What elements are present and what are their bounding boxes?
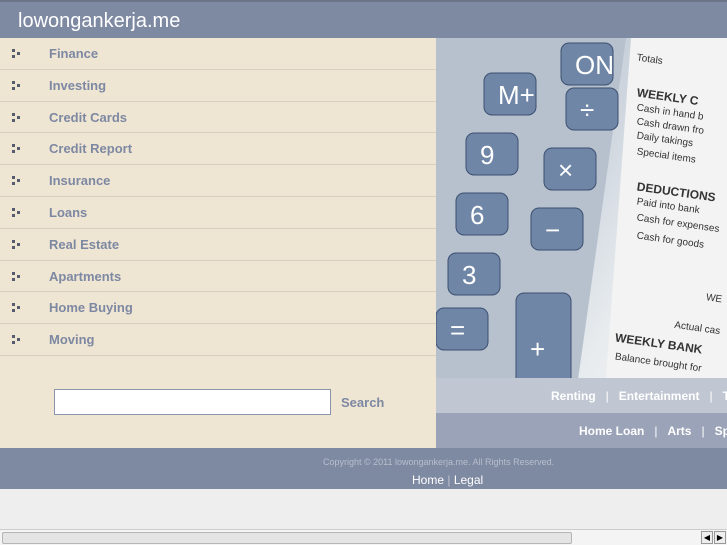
key-label: = — [450, 315, 465, 345]
horizontal-scrollbar[interactable]: ◀ ▶ — [0, 529, 727, 545]
menu-item-label: Moving — [49, 332, 95, 348]
key-label: 6 — [470, 200, 484, 230]
menu-item-label: Apartments — [49, 268, 122, 284]
header: lowongankerja.me — [0, 0, 727, 38]
menu-item-label: Real Estate — [49, 236, 120, 252]
menu-item-label: Loans — [49, 204, 88, 220]
calculator-photo: M+ ÷ 9 × 6−3 + = ON Totals WEEKLY C Cash in hand … — [436, 38, 727, 378]
key-label: 3 — [462, 260, 476, 290]
legal-link[interactable]: Legal — [454, 473, 483, 487]
menu-item[interactable]: Investing — [0, 70, 436, 102]
nav-links-row-2: Home Loan | Arts | Sp — [436, 413, 727, 448]
bullet-icon — [12, 112, 22, 122]
scroll-left-icon[interactable]: ◀ — [701, 531, 713, 544]
menu-item-label: Investing — [49, 77, 107, 93]
bullet-icon — [12, 303, 22, 313]
nav-link[interactable]: Arts — [667, 424, 691, 438]
bullet-icon — [12, 80, 22, 90]
menu-item-label: Finance — [49, 46, 99, 61]
copyright: Copyright © 2011 lowongankerja.me. All R… — [323, 457, 555, 467]
bullet-icon — [12, 207, 22, 217]
scrollbar-thumb[interactable] — [2, 532, 572, 544]
bullet-icon — [12, 239, 22, 249]
sidebar-menu: Finance Investing Credit Cards Credit Repor… — [0, 38, 436, 448]
nav-link[interactable]: Te — [723, 389, 727, 403]
key-label: 9 — [480, 140, 494, 170]
nav-link[interactable]: Entertainment — [619, 389, 700, 403]
ledger-text: WE — [705, 292, 723, 305]
key-label: M+ — [498, 80, 535, 110]
bullet-icon — [12, 176, 22, 186]
nav-link[interactable]: Renting — [551, 389, 596, 403]
search-button[interactable]: Search — [341, 395, 384, 410]
separator: | — [605, 389, 609, 403]
menu-item-label: Home Buying — [49, 300, 133, 316]
separator: | — [447, 473, 451, 487]
footer: Copyright © 2011 lowongankerja.me. All R… — [0, 448, 727, 489]
site-title[interactable]: lowongankerja.me — [18, 10, 180, 33]
nav-link[interactable]: Home Loan — [579, 424, 644, 438]
nav-link[interactable]: Sp — [715, 424, 727, 438]
menu-item-label: Insurance — [49, 173, 111, 189]
key-label: + — [530, 334, 545, 364]
menu-item[interactable]: Apartments — [0, 261, 436, 293]
menu-item[interactable]: Loans — [0, 197, 436, 229]
footer-links: Home | Legal — [412, 473, 483, 487]
scroll-right-icon[interactable]: ▶ — [714, 531, 726, 544]
menu-item[interactable]: Moving — [0, 324, 436, 356]
key-label: × — [558, 155, 573, 185]
bullet-icon — [12, 335, 22, 345]
separator: | — [701, 424, 705, 438]
search-input[interactable] — [54, 389, 331, 415]
bullet-icon — [12, 271, 22, 281]
separator: | — [709, 389, 713, 403]
menu-item[interactable]: Insurance — [0, 165, 436, 197]
key-label: ON — [575, 50, 614, 80]
menu-item[interactable]: Finance — [0, 38, 436, 70]
bullet-icon — [12, 144, 22, 154]
key-label: − — [545, 215, 560, 245]
key-label: ÷ — [580, 95, 594, 125]
separator: | — [654, 424, 658, 438]
menu-item[interactable]: Credit Cards — [0, 102, 436, 134]
menu-item-label: Credit Report — [49, 141, 133, 157]
menu-item-label: Credit Cards — [49, 109, 128, 125]
menu-item[interactable]: Home Buying — [0, 292, 436, 325]
menu-item[interactable]: Real Estate — [0, 229, 436, 261]
bullet-icon — [12, 49, 22, 58]
menu-item[interactable]: Credit Report — [0, 133, 436, 166]
home-link[interactable]: Home — [412, 473, 444, 487]
nav-links-row-1: Renting | Entertainment | Te — [436, 378, 727, 413]
calculator-image: M+ ÷9 ×6 −3+=ON TotalsWEEKLY CCash in hand … — [436, 38, 727, 378]
